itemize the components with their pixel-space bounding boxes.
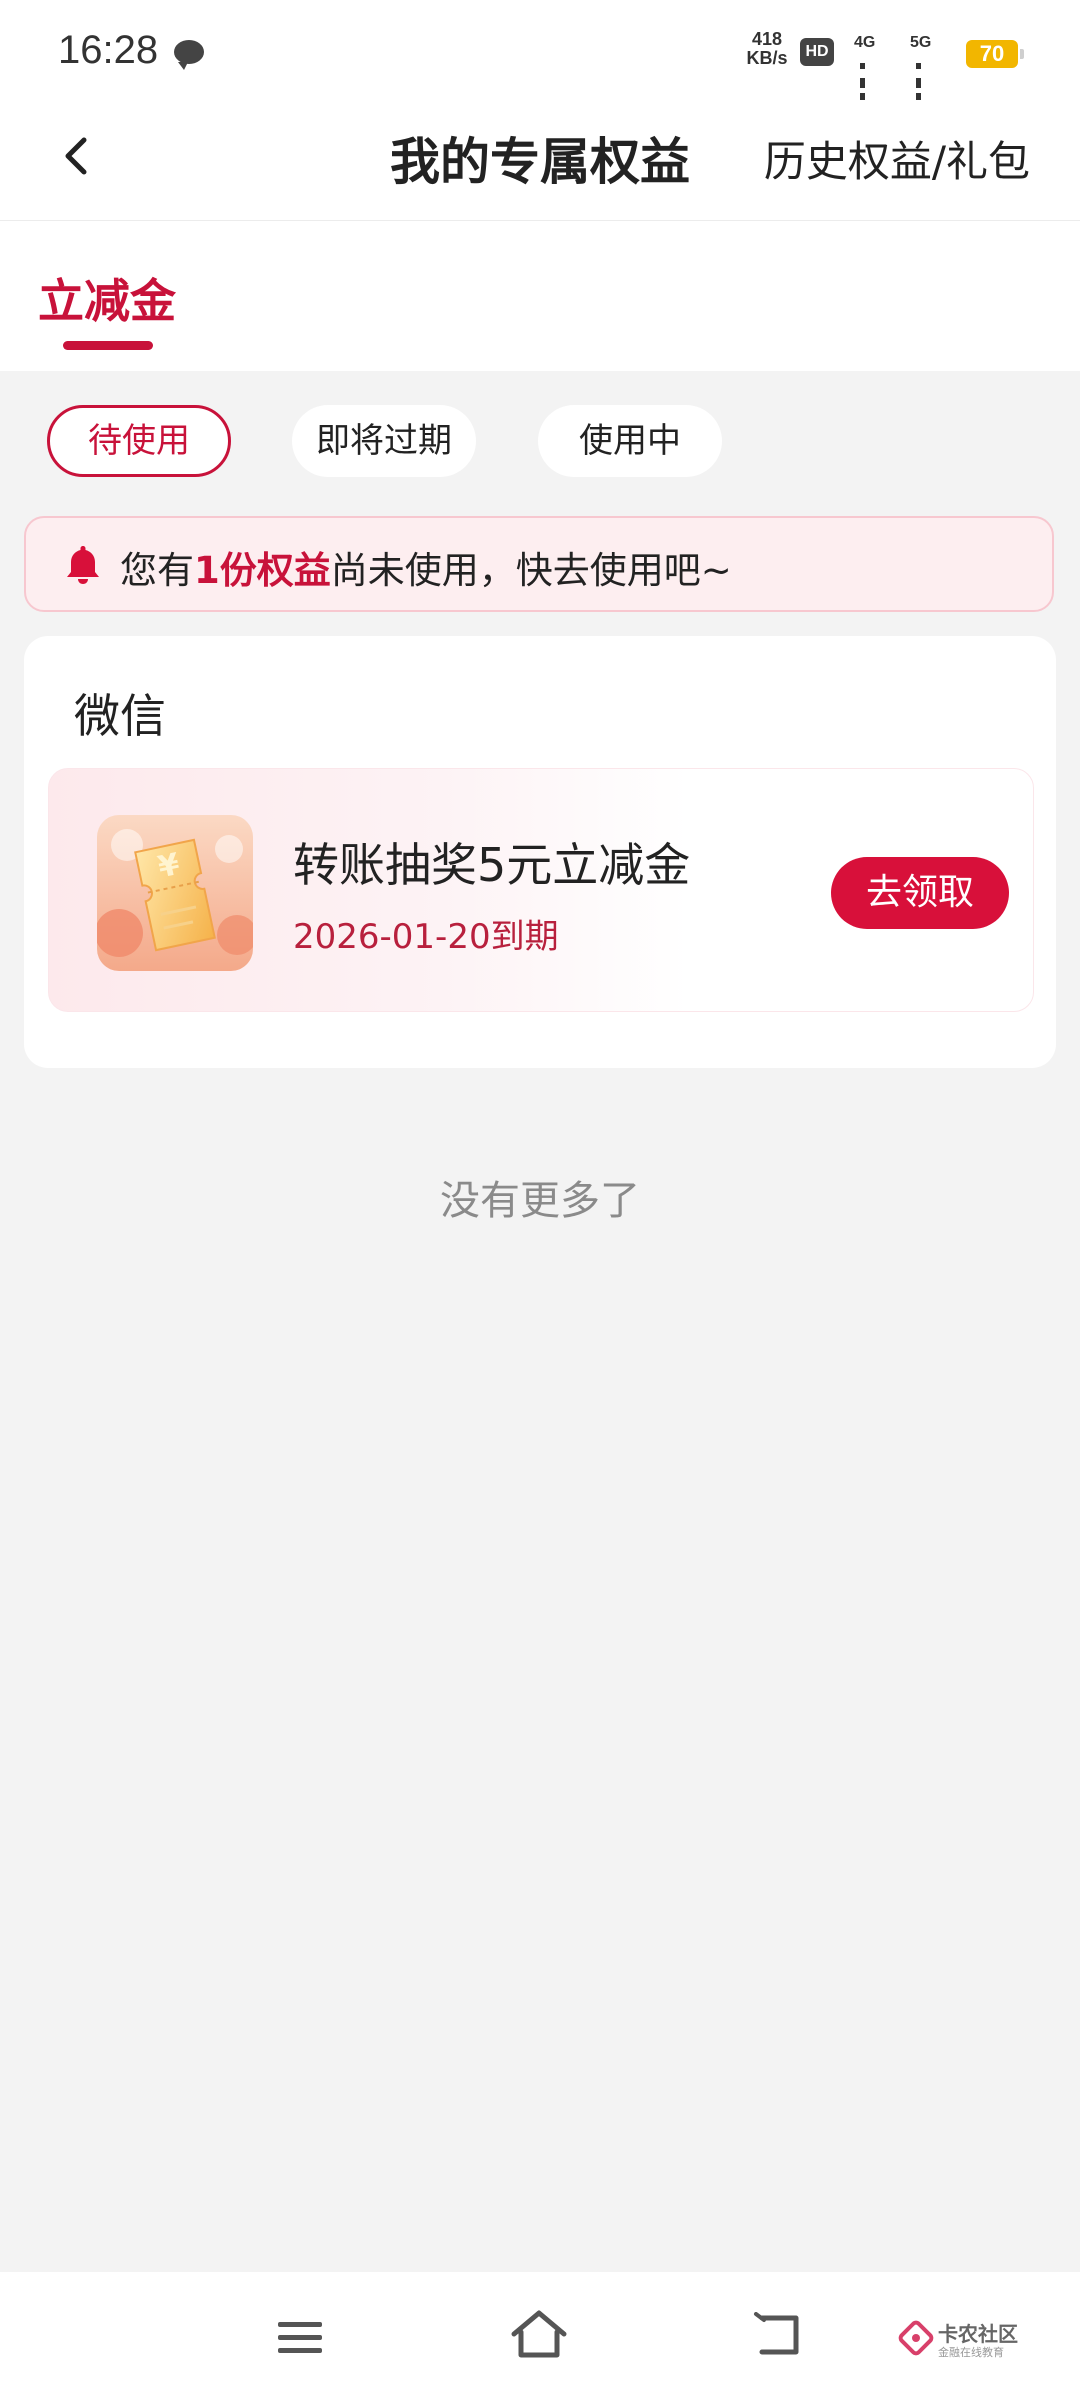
tab-discount-credit[interactable]: 立减金	[38, 265, 176, 331]
network-speed: 418 KB/s	[742, 30, 792, 68]
benefit-name: 转账抽奖5元立减金	[293, 838, 691, 892]
filter-expiring[interactable]: 即将过期	[292, 405, 476, 477]
tab-strip: 立减金	[0, 221, 1080, 371]
history-benefits-link[interactable]: 历史权益/礼包	[764, 128, 1030, 189]
status-time: 16:28	[58, 28, 159, 72]
notice-banner: 您有1份权益尚未使用，快去使用吧~	[24, 516, 1054, 612]
notice-highlight: 1份权益	[194, 549, 331, 592]
network-speed-value: 418	[751, 29, 783, 49]
filter-in-use[interactable]: 使用中	[538, 405, 722, 477]
notice-prefix: 您有	[120, 549, 194, 592]
no-more-text: 没有更多了	[440, 1178, 640, 1224]
watermark-subtitle: 金融在线教育	[938, 2346, 1004, 2359]
system-back-icon[interactable]	[752, 2312, 806, 2358]
battery-icon: 70	[966, 40, 1024, 68]
chat-notification-icon	[174, 40, 204, 70]
hd-icon: HD	[800, 38, 834, 66]
home-icon[interactable]	[508, 2308, 570, 2360]
menu-icon[interactable]	[276, 2318, 324, 2358]
notice-text: 您有1份权益尚未使用，快去使用吧~	[120, 540, 732, 594]
benefit-expire-date: 2026-01-20到期	[293, 917, 559, 957]
coupon-thumbnail-icon: ¥	[97, 815, 253, 971]
card-title: 微信	[74, 689, 166, 743]
bell-icon	[67, 546, 99, 584]
status-bar: 16:28 418 KB/s HD 4G 5G 70	[0, 0, 1080, 126]
system-nav-bar: 卡农社区 金融在线教育	[0, 2272, 1080, 2400]
tab-active-indicator	[63, 341, 153, 350]
nav-bar: 我的专属权益 历史权益/礼包	[0, 100, 1080, 221]
benefit-card: 微信 ¥ 转账抽奖5元立减金 2026-01-20到期 去领取	[24, 636, 1056, 1068]
watermark-name: 卡农社区	[938, 2322, 1018, 2346]
watermark-logo-icon	[898, 2320, 934, 2356]
notice-suffix: 尚未使用，快去使用吧~	[330, 549, 732, 592]
benefit-item[interactable]: ¥ 转账抽奖5元立减金 2026-01-20到期 去领取	[48, 768, 1034, 1012]
network-speed-unit: KB/s	[746, 48, 788, 68]
watermark: 卡农社区 金融在线教育	[898, 2316, 1048, 2366]
filter-pending[interactable]: 待使用	[47, 405, 231, 477]
claim-button[interactable]: 去领取	[831, 857, 1009, 929]
